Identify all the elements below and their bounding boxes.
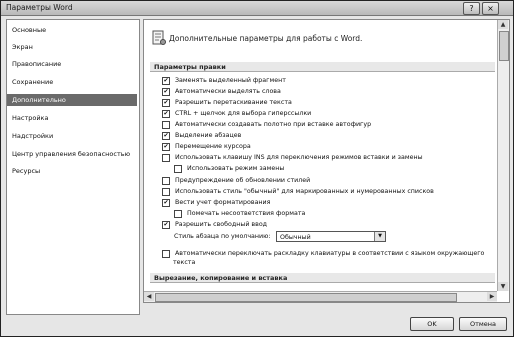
checkbox[interactable]: ✔ xyxy=(162,132,170,140)
help-button[interactable]: ? xyxy=(463,2,480,15)
sidebar-item-display[interactable]: Экран xyxy=(7,41,137,53)
default-style-value: Обычный xyxy=(280,234,311,241)
option-normal-style-lists[interactable]: Использовать стиль "обычный" для маркиро… xyxy=(162,187,434,197)
window-title: Параметры Word xyxy=(6,3,73,12)
option-label: Разрешить перетаскивание текста xyxy=(175,99,292,106)
default-style-label: Стиль абзаца по умолчанию: xyxy=(174,233,271,240)
option-track-formatting[interactable]: ✔ Вести учет форматирования xyxy=(162,198,270,208)
option-label: Использовать режим замены xyxy=(187,165,285,172)
option-label: Автоматически выделять слова xyxy=(175,88,281,95)
option-label: Предупреждение об обновлении стилей xyxy=(175,177,311,184)
sidebar-item-proofing[interactable]: Правописание xyxy=(7,58,137,70)
horizontal-scroll-thumb[interactable] xyxy=(155,293,457,302)
option-replace-selection[interactable]: ✔ Заменять выделенный фрагмент xyxy=(162,76,286,86)
close-button[interactable]: × xyxy=(482,2,499,15)
checkbox[interactable] xyxy=(162,250,170,258)
checkbox[interactable] xyxy=(162,177,170,185)
option-label: Автоматически создавать полотно при вста… xyxy=(175,121,372,128)
option-label-continued: текста xyxy=(173,259,196,266)
checkbox[interactable]: ✔ xyxy=(162,99,170,107)
option-ctrl-click-hyperlink[interactable]: ✔ CTRL + щелчок для выбора гиперссылки xyxy=(162,109,311,119)
checkbox[interactable]: ✔ xyxy=(162,77,170,85)
option-label: Вести учет форматирования xyxy=(175,199,271,206)
sidebar-item-resources[interactable]: Ресурсы xyxy=(7,165,137,177)
checkbox[interactable] xyxy=(162,154,170,162)
option-smart-paragraph-selection[interactable]: ✔ Выделение абзацев xyxy=(162,131,241,141)
option-auto-keyboard-switch[interactable]: Автоматически переключать раскладку клав… xyxy=(162,249,484,259)
option-auto-select-words[interactable]: ✔ Автоматически выделять слова xyxy=(162,87,281,97)
checkbox[interactable] xyxy=(162,121,170,129)
sidebar-item-general[interactable]: Основные xyxy=(7,24,137,36)
scroll-left-arrow-icon[interactable]: ◀ xyxy=(144,292,154,301)
option-drag-drop-text[interactable]: ✔ Разрешить перетаскивание текста xyxy=(162,98,292,108)
sidebar-item-advanced[interactable]: Дополнительно xyxy=(7,94,137,106)
option-label: Использовать стиль "обычный" для маркиро… xyxy=(175,188,434,195)
sidebar-item-addins[interactable]: Надстройки xyxy=(7,130,137,142)
option-label: Перемещение курсора xyxy=(175,143,251,150)
option-auto-drawing-canvas[interactable]: Автоматически создавать полотно при вста… xyxy=(162,120,371,130)
option-style-update-prompt[interactable]: Предупреждение об обновлении стилей xyxy=(162,176,310,186)
section-cut-copy-paste: Вырезание, копирование и вставка xyxy=(150,273,495,283)
option-ins-key-overtype[interactable]: Использовать клавишу INS для переключени… xyxy=(162,153,423,163)
option-label: Помечать несоответствия формата xyxy=(187,210,306,217)
option-overtype-mode[interactable]: Использовать режим замены xyxy=(174,164,284,174)
checkbox[interactable]: ✔ xyxy=(162,199,170,207)
title-bar: Параметры Word ? × xyxy=(1,1,513,16)
cancel-button[interactable]: Отмена xyxy=(459,317,507,331)
ok-button[interactable]: OK xyxy=(410,317,454,331)
option-label: Автоматически переключать раскладку клав… xyxy=(175,250,485,257)
default-style-select[interactable]: Обычный ▼ xyxy=(276,231,386,242)
word-options-window: Параметры Word ? × Основные Экран Правоп… xyxy=(0,0,514,337)
option-mark-format-inconsistencies[interactable]: Помечать несоответствия формата xyxy=(174,209,305,219)
sidebar: Основные Экран Правописание Сохранение Д… xyxy=(6,19,140,315)
sidebar-item-customize[interactable]: Настройка xyxy=(7,112,137,124)
sidebar-item-trust-center[interactable]: Центр управления безопасностью xyxy=(7,148,137,160)
vertical-scrollbar[interactable]: ▲ ▼ xyxy=(497,20,509,291)
scroll-right-arrow-icon[interactable]: ▶ xyxy=(487,292,497,301)
option-label: Разрешить свободный ввод xyxy=(175,221,268,228)
option-click-and-type[interactable]: ✔ Разрешить свободный ввод xyxy=(162,220,267,230)
checkbox[interactable]: ✔ xyxy=(162,88,170,96)
vertical-scroll-thumb[interactable] xyxy=(499,31,509,61)
options-panel: Дополнительные параметры для работы с Wo… xyxy=(143,19,510,303)
checkbox[interactable] xyxy=(162,188,170,196)
sidebar-item-save[interactable]: Сохранение xyxy=(7,76,137,88)
checkbox[interactable]: ✔ xyxy=(162,110,170,118)
scroll-up-arrow-icon[interactable]: ▲ xyxy=(498,20,508,29)
option-label: Использовать клавишу INS для переключени… xyxy=(175,154,423,161)
panel-header-text: Дополнительные параметры для работы с Wo… xyxy=(169,34,363,43)
horizontal-scrollbar[interactable]: ◀ ▶ xyxy=(144,291,497,302)
option-label: Выделение абзацев xyxy=(175,132,242,139)
advanced-settings-icon xyxy=(152,30,166,45)
panel-header: Дополнительные параметры для работы с Wo… xyxy=(144,20,496,56)
chevron-down-icon[interactable]: ▼ xyxy=(374,232,385,241)
section-editing-options: Параметры правки xyxy=(150,62,495,72)
checkbox[interactable] xyxy=(174,165,182,173)
checkbox[interactable]: ✔ xyxy=(162,143,170,151)
option-label: CTRL + щелчок для выбора гиперссылки xyxy=(175,110,312,117)
option-label: Заменять выделенный фрагмент xyxy=(175,77,286,84)
scroll-down-arrow-icon[interactable]: ▼ xyxy=(498,282,508,291)
option-smart-cursoring[interactable]: ✔ Перемещение курсора xyxy=(162,142,251,152)
checkbox[interactable]: ✔ xyxy=(162,221,170,229)
checkbox[interactable] xyxy=(174,210,182,218)
